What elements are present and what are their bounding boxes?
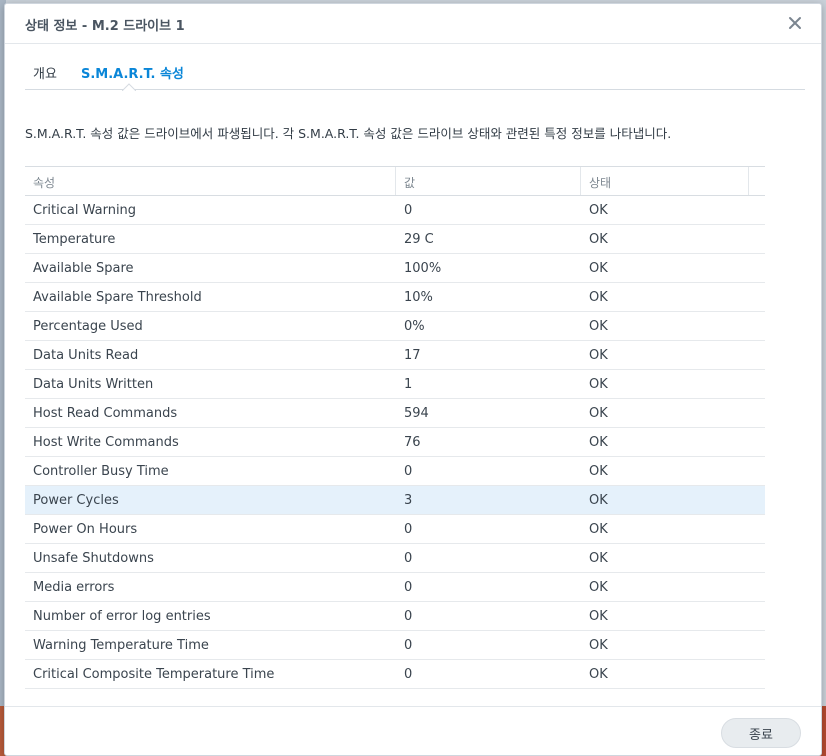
tab-smart-attributes[interactable]: S.M.A.R.T. 속성 (81, 63, 184, 82)
cell-attribute: Host Read Commands (33, 406, 178, 421)
column-divider (580, 167, 581, 195)
table-row[interactable]: Warning Temperature Time 0 OK (25, 631, 765, 660)
cell-value: 76 (404, 435, 421, 450)
cell-attribute: Critical Composite Temperature Time (33, 667, 275, 682)
cell-value: 0 (404, 638, 413, 653)
cell-status: OK (589, 348, 608, 363)
table-row[interactable]: Media errors 0 OK (25, 573, 765, 602)
table-row[interactable]: Host Write Commands 76 OK (25, 428, 765, 457)
cell-attribute: Unsafe Shutdowns (33, 551, 154, 566)
cell-value: 0% (404, 319, 425, 334)
cell-attribute: Host Write Commands (33, 435, 179, 450)
cell-status: OK (589, 232, 608, 247)
cell-status: OK (589, 319, 608, 334)
cell-status: OK (589, 551, 608, 566)
column-header-value[interactable]: 값 (404, 174, 415, 191)
cell-value: 17 (404, 348, 421, 363)
table-row[interactable]: Controller Busy Time 0 OK (25, 457, 765, 486)
table-row[interactable]: Data Units Read 17 OK (25, 341, 765, 370)
dialog-footer: 종료 (5, 706, 821, 756)
column-divider (395, 167, 396, 195)
cell-value: 0 (404, 609, 413, 624)
tab-bar: 개요 S.M.A.R.T. 속성 (25, 44, 805, 91)
dialog-title: 상태 정보 - M.2 드라이브 1 (25, 19, 185, 34)
cell-status: OK (589, 261, 608, 276)
table-row[interactable]: Available Spare Threshold 10% OK (25, 283, 765, 312)
cell-status: OK (589, 435, 608, 450)
table-row[interactable]: Available Spare 100% OK (25, 254, 765, 283)
table-row[interactable]: Power Cycles 3 OK (25, 486, 765, 515)
cell-attribute: Available Spare (33, 261, 134, 276)
table-row[interactable]: Data Units Written 1 OK (25, 370, 765, 399)
cell-value: 0 (404, 464, 413, 479)
table-row[interactable]: Power On Hours 0 OK (25, 515, 765, 544)
cell-attribute: Percentage Used (33, 319, 143, 334)
cell-status: OK (589, 580, 608, 595)
cell-attribute: Temperature (33, 232, 116, 247)
cell-status: OK (589, 638, 608, 653)
cell-status: OK (589, 522, 608, 537)
cell-value: 3 (404, 493, 413, 508)
cell-value: 0 (404, 522, 413, 537)
column-header-attribute[interactable]: 속성 (33, 174, 55, 191)
smart-attributes-table: 속성 값 상태 Critical Warning 0 OK Temperature 29… (25, 166, 765, 689)
table-row[interactable]: Percentage Used 0% OK (25, 312, 765, 341)
column-divider (748, 167, 749, 195)
cell-attribute: Power On Hours (33, 522, 138, 537)
cell-status: OK (589, 493, 608, 508)
cell-attribute: Data Units Written (33, 377, 154, 392)
table-row[interactable]: Critical Composite Temperature Time 0 OK (25, 660, 765, 689)
cell-status: OK (589, 464, 608, 479)
cell-status: OK (589, 609, 608, 624)
close-icon[interactable] (787, 15, 803, 31)
cell-status: OK (589, 667, 608, 682)
table-header: 속성 값 상태 (25, 166, 765, 196)
cell-value: 594 (404, 406, 429, 421)
close-button[interactable]: 종료 (721, 718, 801, 748)
cell-value: 0 (404, 203, 413, 218)
status-dialog: 상태 정보 - M.2 드라이브 1 개요 S.M.A.R.T. 속성 S.M.… (4, 3, 822, 756)
cell-value: 0 (404, 580, 413, 595)
table-row[interactable]: Number of error log entries 0 OK (25, 602, 765, 631)
tab-overview[interactable]: 개요 (33, 63, 57, 82)
smart-description: S.M.A.R.T. 속성 값은 드라이브에서 파생됩니다. 각 S.M.A.R… (25, 126, 672, 141)
table-row[interactable]: Critical Warning 0 OK (25, 196, 765, 225)
cell-attribute: Media errors (33, 580, 115, 595)
cell-attribute: Data Units Read (33, 348, 139, 363)
caret-up-icon (122, 83, 136, 91)
cell-attribute: Number of error log entries (33, 609, 211, 624)
table-row[interactable]: Host Read Commands 594 OK (25, 399, 765, 428)
cell-attribute: Power Cycles (33, 493, 119, 508)
cell-attribute: Available Spare Threshold (33, 290, 202, 305)
column-header-status[interactable]: 상태 (589, 174, 611, 191)
cell-status: OK (589, 290, 608, 305)
cell-value: 0 (404, 551, 413, 566)
cell-value: 29 C (404, 232, 434, 247)
cell-status: OK (589, 377, 608, 392)
cell-attribute: Critical Warning (33, 203, 137, 218)
cell-attribute: Warning Temperature Time (33, 638, 209, 653)
cell-status: OK (589, 203, 608, 218)
cell-value: 10% (404, 290, 433, 305)
cell-value: 100% (404, 261, 442, 276)
cell-attribute: Controller Busy Time (33, 464, 169, 479)
cell-value: 0 (404, 667, 413, 682)
dialog-titlebar: 상태 정보 - M.2 드라이브 1 (5, 4, 821, 44)
table-row[interactable]: Unsafe Shutdowns 0 OK (25, 544, 765, 573)
cell-status: OK (589, 406, 608, 421)
cell-value: 1 (404, 377, 413, 392)
table-row[interactable]: Temperature 29 C OK (25, 225, 765, 254)
table-body: Critical Warning 0 OK Temperature 29 C OK Avai… (25, 196, 765, 689)
